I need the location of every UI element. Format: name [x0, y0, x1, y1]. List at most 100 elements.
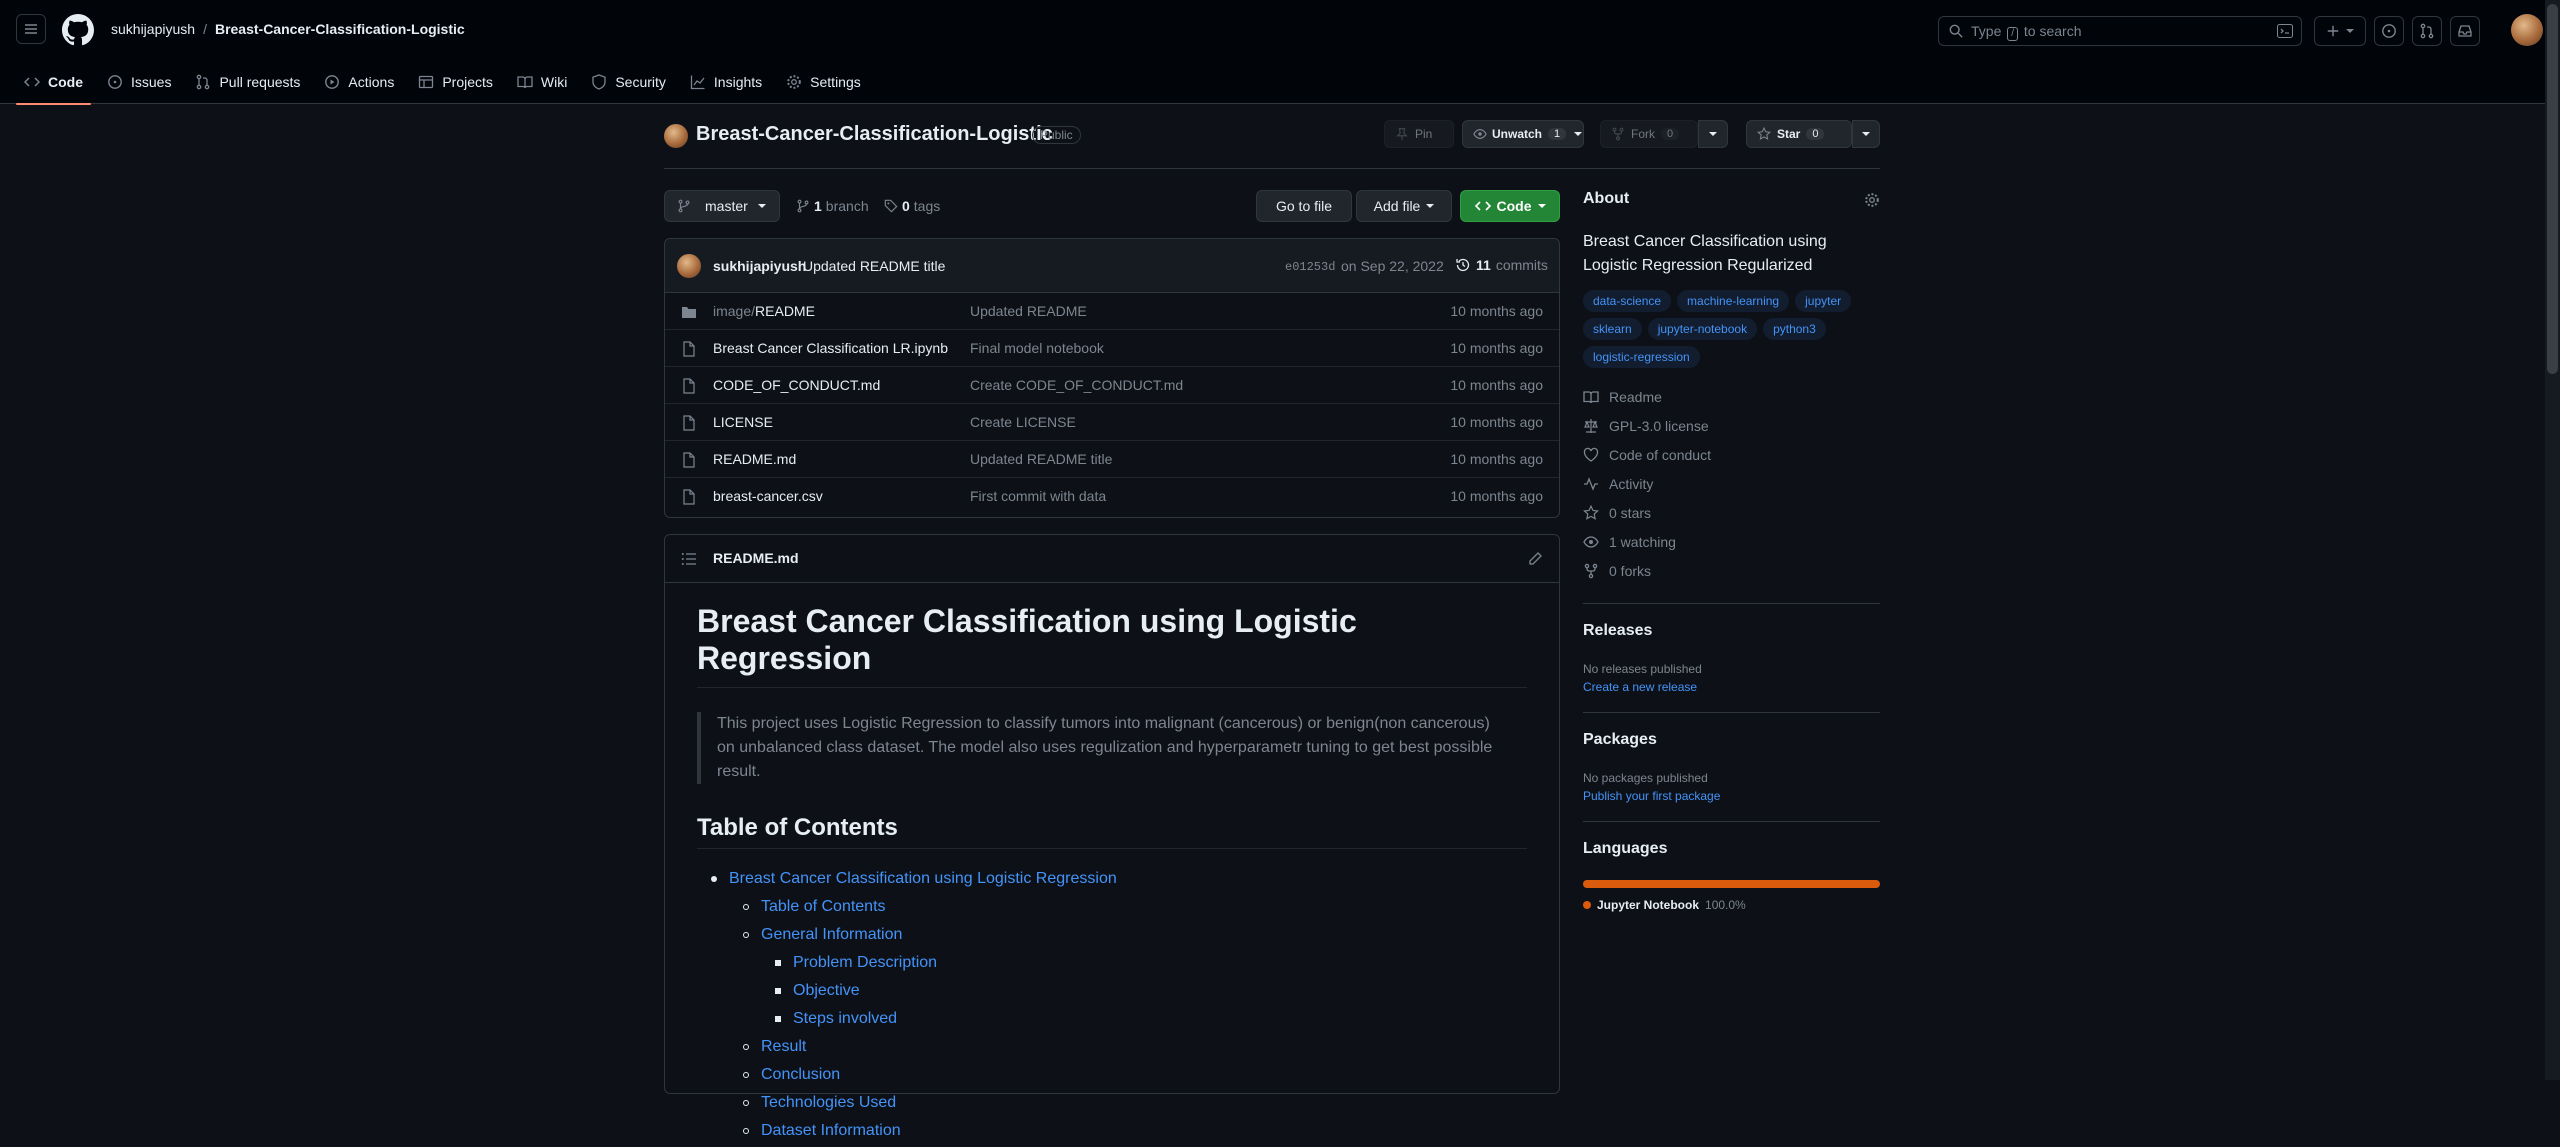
- issue-icon: [2381, 23, 2397, 39]
- tags-link[interactable]: 0 tags: [884, 198, 940, 214]
- language-item[interactable]: Jupyter Notebook 100.0%: [1583, 898, 1880, 912]
- star-button[interactable]: Star 0: [1746, 120, 1852, 148]
- go-to-file-button[interactable]: Go to file: [1256, 190, 1352, 222]
- file-name[interactable]: breast-cancer.csv: [713, 488, 823, 504]
- watchers-link[interactable]: 1 watching: [1583, 527, 1880, 556]
- tab-pull-requests[interactable]: Pull requests: [187, 60, 308, 104]
- user-avatar[interactable]: [2511, 14, 2543, 46]
- pull-requests-button[interactable]: [2412, 16, 2442, 46]
- unwatch-button[interactable]: Unwatch 1: [1462, 120, 1584, 148]
- caret-down-icon: [1709, 130, 1717, 138]
- file-row[interactable]: Breast Cancer Classification LR.ipynb Fi…: [665, 330, 1559, 367]
- file-row[interactable]: CODE_OF_CONDUCT.md Create CODE_OF_CONDUC…: [665, 367, 1559, 404]
- readme-link[interactable]: Readme: [1583, 382, 1880, 411]
- gear-icon[interactable]: [1864, 192, 1880, 208]
- star-dropdown[interactable]: [1852, 120, 1880, 148]
- topic-tag[interactable]: machine-learning: [1677, 290, 1790, 312]
- toc-link[interactable]: Steps involved: [793, 1010, 897, 1027]
- file-commit-message[interactable]: Updated README title: [970, 451, 1112, 467]
- toc-link[interactable]: Conclusion: [761, 1066, 840, 1083]
- author-avatar[interactable]: [677, 254, 701, 278]
- toc-link[interactable]: Table of Contents: [761, 898, 886, 915]
- file-row[interactable]: breast-cancer.csv First commit with data…: [665, 478, 1559, 515]
- file-commit-message[interactable]: Final model notebook: [970, 340, 1104, 356]
- pin-button[interactable]: Pin: [1384, 120, 1454, 148]
- repo-link[interactable]: Breast-Cancer-Classification-Logistic: [215, 21, 465, 37]
- create-release-link[interactable]: Create a new release: [1583, 680, 1880, 694]
- topic-tag[interactable]: logistic-regression: [1583, 346, 1700, 368]
- branch-bar: master 1 branch 0 tags Go to file Add fi…: [664, 190, 1560, 222]
- github-logo-icon[interactable]: [62, 14, 94, 46]
- toc-link[interactable]: Breast Cancer Classification using Logis…: [729, 870, 1117, 887]
- tab-actions[interactable]: Actions: [316, 60, 402, 104]
- tab-code[interactable]: Code: [16, 60, 91, 105]
- inbox-button[interactable]: [2450, 16, 2480, 46]
- readme-filename[interactable]: README.md: [713, 550, 799, 566]
- topic-tag[interactable]: sklearn: [1583, 318, 1642, 340]
- pencil-icon[interactable]: [1527, 551, 1543, 567]
- fork-dropdown[interactable]: [1698, 120, 1728, 148]
- branch-selector[interactable]: master: [664, 190, 780, 222]
- code-button[interactable]: Code: [1460, 190, 1560, 222]
- toc-link[interactable]: Dataset Information: [761, 1122, 901, 1139]
- add-file-button[interactable]: Add file: [1356, 190, 1452, 222]
- commit-sha[interactable]: e01253d: [1285, 260, 1335, 274]
- tab-label: Settings: [810, 74, 861, 90]
- releases-heading[interactable]: Releases: [1583, 622, 1880, 640]
- file-row[interactable]: README.md Updated README title 10 months…: [665, 441, 1559, 478]
- search-icon: [1949, 24, 1963, 38]
- forks-link[interactable]: 0 forks: [1583, 556, 1880, 585]
- license-link[interactable]: GPL-3.0 license: [1583, 411, 1880, 440]
- list-icon[interactable]: [681, 551, 697, 567]
- owner-avatar[interactable]: [664, 124, 688, 148]
- commit-author[interactable]: sukhijapiyush: [713, 258, 806, 274]
- publish-package-link[interactable]: Publish your first package: [1583, 789, 1880, 803]
- activity-link[interactable]: Activity: [1583, 469, 1880, 498]
- file-commit-message[interactable]: Updated README: [970, 303, 1087, 319]
- file-commit-message[interactable]: Create LICENSE: [970, 414, 1076, 430]
- code-of-conduct-link[interactable]: Code of conduct: [1583, 440, 1880, 469]
- packages-heading[interactable]: Packages: [1583, 731, 1880, 749]
- create-new-button[interactable]: [2314, 16, 2366, 46]
- tab-security[interactable]: Security: [583, 60, 674, 104]
- tab-issues[interactable]: Issues: [99, 60, 179, 104]
- toc-link[interactable]: Objective: [793, 982, 860, 999]
- tab-insights[interactable]: Insights: [682, 60, 770, 104]
- search-input[interactable]: Type / to search: [1938, 16, 2302, 46]
- fork-button[interactable]: Fork 0: [1600, 120, 1698, 148]
- topic-tag[interactable]: data-science: [1583, 290, 1672, 312]
- file-name[interactable]: LICENSE: [713, 414, 773, 430]
- menu-button[interactable]: [16, 14, 46, 44]
- tab-settings[interactable]: Settings: [778, 60, 869, 104]
- commit-history-link[interactable]: 11 commits: [1455, 257, 1548, 273]
- tab-wiki[interactable]: Wiki: [509, 60, 575, 104]
- file-commit-message[interactable]: First commit with data: [970, 488, 1106, 504]
- file-name-text: README: [755, 303, 815, 319]
- repo-title[interactable]: Breast-Cancer-Classification-Logistic: [696, 123, 1053, 146]
- toc-link[interactable]: Result: [761, 1038, 806, 1055]
- topic-tag[interactable]: jupyter-notebook: [1647, 318, 1758, 340]
- file-row[interactable]: image/README Updated README 10 months ag…: [665, 293, 1559, 330]
- file-row[interactable]: LICENSE Create LICENSE 10 months ago: [665, 404, 1559, 441]
- commit-message[interactable]: Updated README title: [803, 258, 945, 274]
- file-name[interactable]: image/README: [713, 303, 815, 319]
- topic-tag[interactable]: jupyter: [1795, 290, 1852, 312]
- tab-label: Code: [48, 74, 83, 90]
- file-name[interactable]: README.md: [713, 451, 796, 467]
- command-palette-icon[interactable]: [2277, 23, 2293, 39]
- issues-button[interactable]: [2374, 16, 2404, 46]
- releases-empty: No releases published: [1583, 662, 1702, 676]
- file-name[interactable]: Breast Cancer Classification LR.ipynb: [713, 340, 948, 356]
- file-commit-message[interactable]: Create CODE_OF_CONDUCT.md: [970, 377, 1183, 393]
- file-name[interactable]: CODE_OF_CONDUCT.md: [713, 377, 880, 393]
- scrollbar-thumb[interactable]: [2547, 4, 2558, 374]
- tab-projects[interactable]: Projects: [410, 60, 501, 104]
- toc-link[interactable]: Problem Description: [793, 954, 937, 971]
- stars-link[interactable]: 0 stars: [1583, 498, 1880, 527]
- owner-link[interactable]: sukhijapiyush: [111, 21, 195, 37]
- toc-link[interactable]: Technologies Used: [761, 1094, 896, 1111]
- branches-link[interactable]: 1 branch: [796, 198, 869, 214]
- topic-tag[interactable]: python3: [1763, 318, 1826, 340]
- unwatch-label: Unwatch: [1492, 127, 1543, 141]
- toc-link[interactable]: General Information: [761, 926, 902, 943]
